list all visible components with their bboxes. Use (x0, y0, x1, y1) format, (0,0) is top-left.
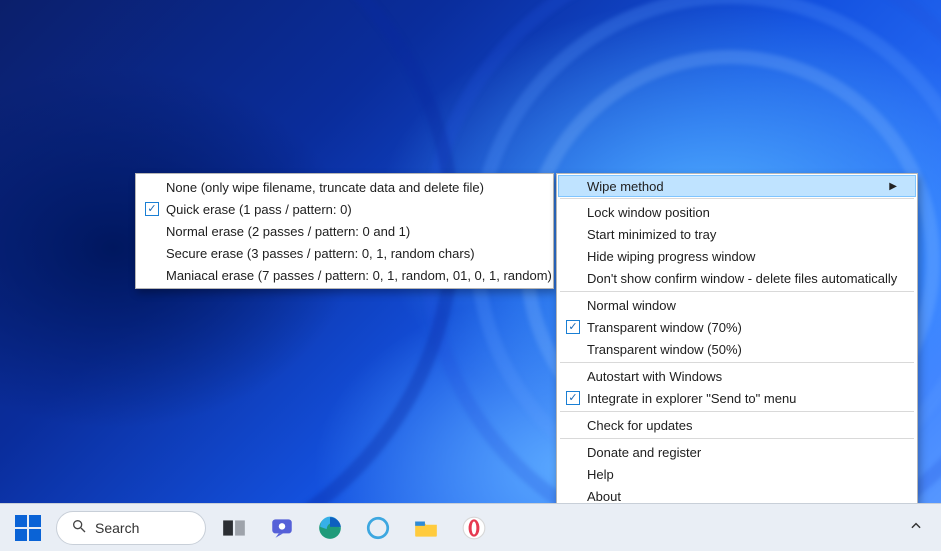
taskbar: Search (0, 503, 941, 551)
menu-item[interactable]: ✓ Integrate in explorer "Send to" menu (559, 387, 915, 409)
wipe-method-option-label: Maniacal erase (7 passes / pattern: 0, 1… (166, 268, 552, 283)
menu-separator (560, 198, 914, 199)
menu-separator (560, 411, 914, 412)
menu-item-label: Transparent window (50%) (587, 342, 883, 357)
checkmark-icon: ✓ (145, 202, 159, 216)
taskbar-app-file-explorer[interactable] (406, 508, 446, 548)
checkmark-icon: ✓ (566, 320, 580, 334)
wipe-method-submenu: None (only wipe filename, truncate data … (135, 173, 554, 289)
wipe-method-option-label: None (only wipe filename, truncate data … (166, 180, 519, 195)
menu-item-label: About (587, 489, 883, 504)
menu-separator (560, 291, 914, 292)
start-button[interactable] (8, 508, 48, 548)
wipe-method-option[interactable]: Secure erase (3 passes / pattern: 0, 1, … (138, 242, 551, 264)
taskbar-app-chat[interactable] (262, 508, 302, 548)
menu-item-label: Lock window position (587, 205, 883, 220)
wipe-method-option[interactable]: Normal erase (2 passes / pattern: 0 and … (138, 220, 551, 242)
windows-logo-icon (15, 515, 41, 541)
menu-item[interactable]: Wipe method ▶ (558, 175, 916, 197)
menu-item-label: Donate and register (587, 445, 883, 460)
menu-item-label: Help (587, 467, 883, 482)
menu-item-checkbox-slot: ✓ (559, 320, 587, 334)
desktop: None (only wipe filename, truncate data … (0, 0, 941, 551)
context-menu: Wipe method ▶ Lock window position Start mi… (556, 173, 918, 532)
menu-item[interactable]: Don't show confirm window - delete files… (559, 267, 915, 289)
wipe-method-option-checkbox-slot: ✓ (138, 202, 166, 216)
search-label: Search (95, 520, 139, 536)
menu-separator (560, 362, 914, 363)
wipe-method-option[interactable]: ✓ Quick erase (1 pass / pattern: 0) (138, 198, 551, 220)
taskbar-app-opera[interactable] (454, 508, 494, 548)
menu-item-label: Hide wiping progress window (587, 249, 883, 264)
menu-item-label: Don't show confirm window - delete files… (587, 271, 897, 286)
menu-item[interactable]: Hide wiping progress window (559, 245, 915, 267)
wipe-method-option[interactable]: Maniacal erase (7 passes / pattern: 0, 1… (138, 264, 551, 286)
menu-item-label: Autostart with Windows (587, 369, 883, 384)
menu-item-label: Normal window (587, 298, 883, 313)
menu-item-label: Start minimized to tray (587, 227, 883, 242)
menu-item[interactable]: Help (559, 463, 915, 485)
menu-item[interactable]: Lock window position (559, 201, 915, 223)
taskbar-app-task-view[interactable] (214, 508, 254, 548)
wipe-method-option-label: Quick erase (1 pass / pattern: 0) (166, 202, 519, 217)
wipe-method-option-label: Secure erase (3 passes / pattern: 0, 1, … (166, 246, 519, 261)
menu-item[interactable]: Normal window (559, 294, 915, 316)
checkmark-icon: ✓ (566, 391, 580, 405)
search-icon (71, 518, 87, 537)
wipe-method-option[interactable]: None (only wipe filename, truncate data … (138, 176, 551, 198)
search-box[interactable]: Search (56, 511, 206, 545)
menu-item-label: Integrate in explorer "Send to" menu (587, 391, 883, 406)
menu-item[interactable]: Transparent window (50%) (559, 338, 915, 360)
submenu-arrow-icon: ▶ (889, 181, 897, 192)
menu-item[interactable]: Autostart with Windows (559, 365, 915, 387)
menu-item-checkbox-slot: ✓ (559, 391, 587, 405)
menu-item[interactable]: Donate and register (559, 441, 915, 463)
menu-separator (560, 438, 914, 439)
menu-item[interactable]: Start minimized to tray (559, 223, 915, 245)
menu-item-label: Wipe method (587, 179, 883, 194)
menu-item-label: Check for updates (587, 418, 883, 433)
taskbar-app-edge[interactable] (310, 508, 350, 548)
menu-item[interactable]: ✓ Transparent window (70%) (559, 316, 915, 338)
menu-item-label: Transparent window (70%) (587, 320, 883, 335)
menu-item[interactable]: Check for updates (559, 414, 915, 436)
wipe-method-option-label: Normal erase (2 passes / pattern: 0 and … (166, 224, 519, 239)
taskbar-app-cortana[interactable] (358, 508, 398, 548)
tray-chevron-icon[interactable] (899, 519, 933, 536)
